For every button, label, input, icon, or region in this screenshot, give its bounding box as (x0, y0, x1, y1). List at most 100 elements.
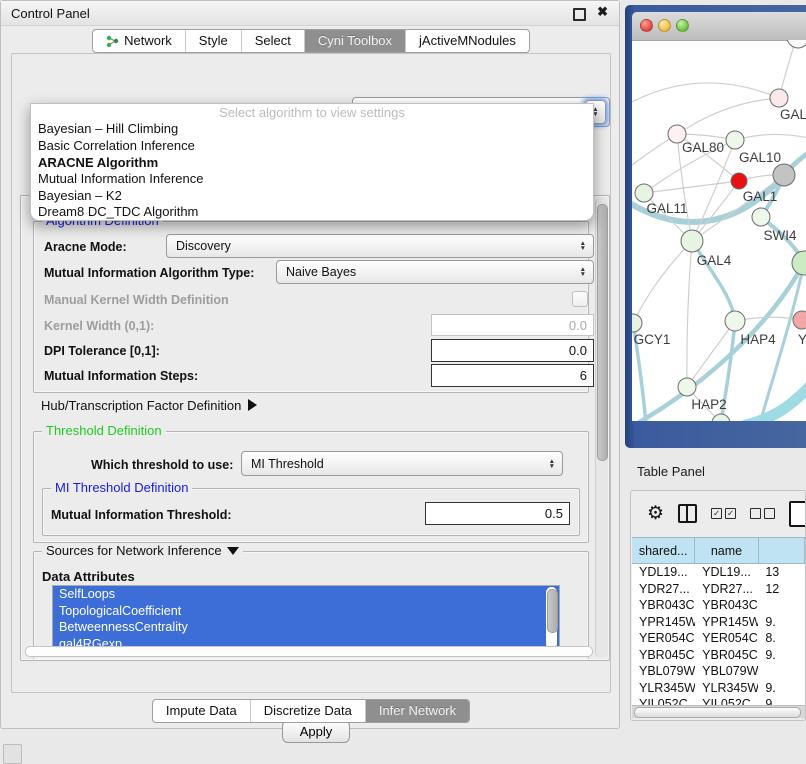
table-row[interactable]: YIL052CYIL052C9 (632, 696, 805, 705)
mi-steps-field[interactable]: 6 (431, 364, 594, 387)
table-cell: 13 (758, 564, 805, 581)
table-row[interactable]: YER054CYER054C8. (632, 630, 805, 647)
dropdown-option[interactable]: Mutual Information Inference (31, 170, 593, 187)
attribute-list-item[interactable]: SelfLoops (53, 586, 559, 603)
scrollbar-thumb[interactable] (597, 204, 608, 461)
deselect-all-columns-icon[interactable] (750, 508, 775, 519)
columns-icon[interactable] (678, 504, 697, 523)
kernel-width-field[interactable]: 0.0 (431, 314, 594, 336)
table-row[interactable]: YBR043CYBR043C (632, 597, 805, 614)
dropdown-placeholder: Select algorithm to view settings (31, 104, 593, 121)
network-node-label: Y (798, 332, 806, 347)
network-node-gal4[interactable] (681, 230, 703, 252)
minimized-panel-chip[interactable] (3, 744, 22, 764)
network-node-gal11[interactable] (635, 184, 653, 202)
aracne-mode-value: Discovery (176, 239, 231, 253)
spinner-arrows-icon: ▲▼ (549, 459, 555, 469)
network-node[interactable] (787, 40, 806, 48)
network-edge[interactable] (687, 241, 692, 387)
table-cell: YIL052C (632, 696, 695, 705)
float-window-icon[interactable] (573, 8, 586, 21)
zoom-traffic-light[interactable] (676, 19, 689, 32)
table-cell: YBR045C (632, 647, 695, 664)
manual-kernel-checkbox[interactable] (572, 291, 588, 307)
network-edge[interactable] (684, 98, 779, 130)
dropdown-option[interactable]: Basic Correlation Inference (31, 137, 593, 154)
data-attributes-list[interactable]: SelfLoopsTopologicalCoefficientBetweenne… (52, 585, 560, 651)
close-traffic-light[interactable] (640, 19, 653, 32)
settings-vertical-scrollbar[interactable] (595, 198, 608, 658)
attribute-list-item[interactable]: TopologicalCoefficient (53, 603, 559, 620)
dpi-tolerance-value: 0.0 (569, 343, 587, 358)
tab-infer-network[interactable]: Infer Network (366, 700, 469, 722)
table-cell: YBR045C (695, 647, 758, 664)
dropdown-option[interactable]: Bayesian – K2 (31, 187, 593, 204)
dropdown-option[interactable]: ARACNE Algorithm (31, 154, 593, 171)
table-panel-title: Table Panel (637, 464, 705, 479)
network-node-y[interactable] (793, 311, 806, 329)
table-column-header[interactable]: shared... (632, 538, 695, 563)
dropdown-option[interactable]: Dream8 DC_TDC Algorithm (31, 204, 593, 221)
table-cell: 9. (758, 647, 805, 664)
network-window-titlebar[interactable] (632, 12, 806, 41)
threshold-definition-title: Threshold Definition (42, 424, 166, 438)
apply-button[interactable]: Apply (282, 720, 350, 743)
network-node[interactable] (712, 414, 730, 421)
hub-definition-toggle[interactable]: Hub/Transcription Factor Definition (41, 398, 257, 413)
tab-network[interactable]: Network (93, 30, 186, 52)
table-row[interactable]: YLR345WYLR345W9. (632, 680, 805, 697)
tab-discretize-data[interactable]: Discretize Data (251, 700, 366, 722)
network-edge[interactable] (735, 134, 806, 140)
spinner-arrows-icon: ▲▼ (580, 267, 586, 277)
aracne-mode-combo[interactable]: Discovery ▲▼ (166, 234, 594, 258)
network-node-gal[interactable] (770, 89, 788, 107)
network-node-gal10[interactable] (726, 131, 744, 149)
attribute-list-item[interactable]: BetweennessCentrality (53, 619, 559, 636)
hub-definition-label: Hub/Transcription Factor Definition (41, 398, 241, 413)
table-row[interactable]: YBR045CYBR045C9. (632, 647, 805, 664)
export-table-icon[interactable] (789, 501, 806, 527)
network-node[interactable] (773, 164, 795, 186)
network-node[interactable] (792, 251, 806, 275)
tab-jactivemnodules[interactable]: jActiveMNodules (406, 30, 529, 52)
tab-cyni-toolbox[interactable]: Cyni Toolbox (305, 30, 406, 52)
which-threshold-combo[interactable]: MI Threshold ▲▼ (241, 451, 563, 476)
sources-group: Sources for Network Inference Data Attri… (33, 551, 589, 659)
network-edge[interactable] (746, 386, 806, 421)
scrollbar-thumb[interactable] (634, 707, 801, 718)
tab-impute-data[interactable]: Impute Data (153, 700, 251, 722)
cyni-algorithm-settings-group: Cyni Algorithm Settings Algorithm Defini… (20, 195, 610, 661)
tab-select[interactable]: Select (242, 30, 305, 52)
network-node-hap2[interactable] (678, 378, 696, 396)
gear-icon[interactable]: ⚙ (647, 504, 664, 523)
minimize-traffic-light[interactable] (658, 19, 671, 32)
table-row[interactable]: YBL079WYBL079W (632, 663, 805, 680)
settings-horizontal-scrollbar[interactable] (25, 646, 593, 657)
network-edge[interactable] (632, 83, 779, 102)
close-icon[interactable]: ✖ (597, 4, 608, 20)
dropdown-option[interactable]: Bayesian – Hill Climbing (31, 121, 593, 138)
table-horizontal-scrollbar[interactable] (632, 705, 805, 718)
table-row[interactable]: YDL19...YDL19...13 (632, 564, 805, 581)
table-column-header[interactable] (759, 538, 805, 563)
table-row[interactable]: YPR145WYPR145W9. (632, 614, 805, 631)
network-node-swi4[interactable] (752, 208, 770, 226)
table-cell: YIL052C (695, 696, 758, 705)
network-node-gcy1[interactable] (632, 314, 642, 332)
network-node-hap4[interactable] (725, 311, 745, 331)
list-scrollbar[interactable] (546, 587, 557, 649)
mi-type-combo[interactable]: Naive Bayes ▲▼ (276, 260, 594, 284)
table-row[interactable]: YDR27...YDR27...12 (632, 581, 805, 598)
table-column-header[interactable]: name (695, 538, 758, 563)
tab-style[interactable]: Style (186, 30, 242, 52)
network-edge[interactable] (633, 241, 692, 323)
table-cell: YDR27... (632, 581, 695, 598)
network-node-gal1[interactable] (731, 173, 747, 189)
manual-kernel-label: Manual Kernel Width Definition (44, 293, 229, 307)
dpi-tolerance-field[interactable]: 0.0 (431, 339, 594, 362)
scrollbar-thumb[interactable] (547, 589, 558, 633)
mi-threshold-field[interactable]: 0.5 (425, 502, 570, 525)
select-all-columns-icon[interactable]: ✓✓ (711, 508, 736, 519)
network-node-label: GAL... (780, 107, 806, 122)
network-canvas[interactable]: GAL...GAL80GAL10GAL1GAL11SWI4GAL4GCY1HAP… (632, 40, 806, 421)
